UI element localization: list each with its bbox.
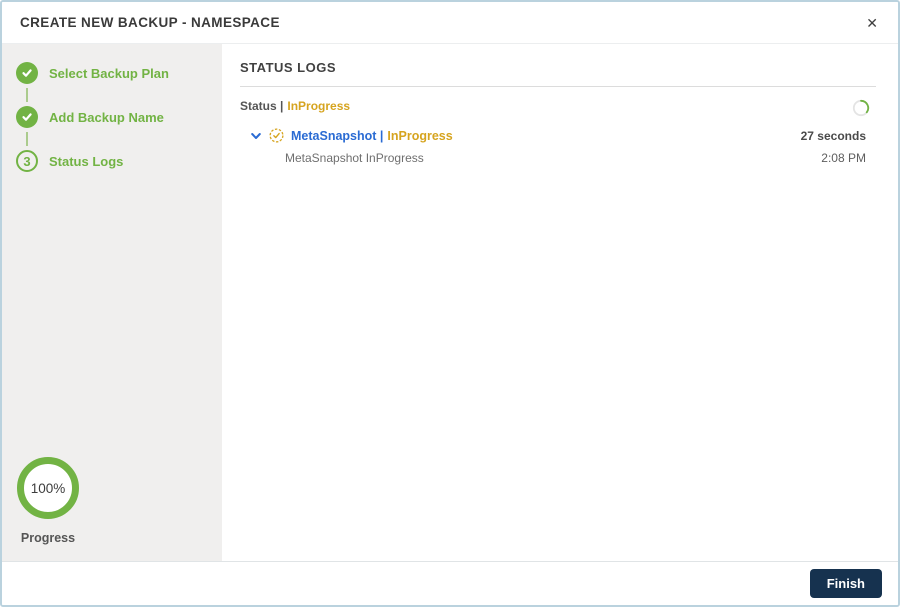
status-prefix: Status | [240,99,284,113]
progress-indicator: 100% Progress [16,457,80,545]
create-backup-dialog: CREATE NEW BACKUP - NAMESPACE ✕ Select B… [0,0,900,607]
checkmark-icon [22,113,32,121]
status-value: InProgress [287,99,351,113]
step-complete-icon [16,106,38,128]
log-entry-time: 2:08 PM [821,151,866,165]
dialog-header: CREATE NEW BACKUP - NAMESPACE ✕ [2,2,898,44]
step-complete-icon [16,62,38,84]
status-logs-panel: STATUS LOGS Status | InProgress MetaSnap… [222,44,898,561]
log-entry-row[interactable]: MetaSnapshot | InProgress 27 seconds [240,128,876,143]
step-select-backup-plan[interactable]: Select Backup Plan [16,62,222,84]
log-entry-left: MetaSnapshot | InProgress [250,128,453,143]
log-entry-name: MetaSnapshot | [291,128,384,143]
dialog-body: Select Backup Plan Add Backup Name 3 Sta… [2,44,898,561]
close-icon[interactable]: ✕ [864,14,880,32]
loading-spinner-icon [852,99,870,117]
log-entry-status: InProgress [387,128,453,143]
step-add-backup-name[interactable]: Add Backup Name [16,106,222,128]
step-connector [26,132,28,146]
stepper-sidebar: Select Backup Plan Add Backup Name 3 Sta… [2,44,222,561]
finish-button[interactable]: Finish [809,569,882,598]
dialog-footer: Finish [2,561,898,605]
chevron-down-icon[interactable] [250,130,262,142]
step-connector [26,88,28,102]
log-entry-duration: 27 seconds [800,128,866,143]
progress-ring: 100% [17,457,79,519]
step-label: Add Backup Name [49,109,164,125]
step-label: Status Logs [49,153,124,169]
inprogress-check-icon [269,128,284,143]
checkmark-icon [22,69,32,77]
overall-status-text: Status | InProgress [240,99,350,113]
log-entry-detail: MetaSnapshot InProgress [285,151,424,165]
dialog-title: CREATE NEW BACKUP - NAMESPACE [20,15,280,30]
overall-status-row: Status | InProgress [240,99,876,117]
progress-percent: 100% [30,480,66,496]
step-label: Select Backup Plan [49,65,169,81]
step-status-logs[interactable]: 3 Status Logs [16,150,222,172]
log-entry-detail-row: MetaSnapshot InProgress 2:08 PM [240,151,876,165]
progress-label: Progress [20,531,76,545]
step-number-icon: 3 [16,150,38,172]
panel-heading: STATUS LOGS [240,60,876,87]
